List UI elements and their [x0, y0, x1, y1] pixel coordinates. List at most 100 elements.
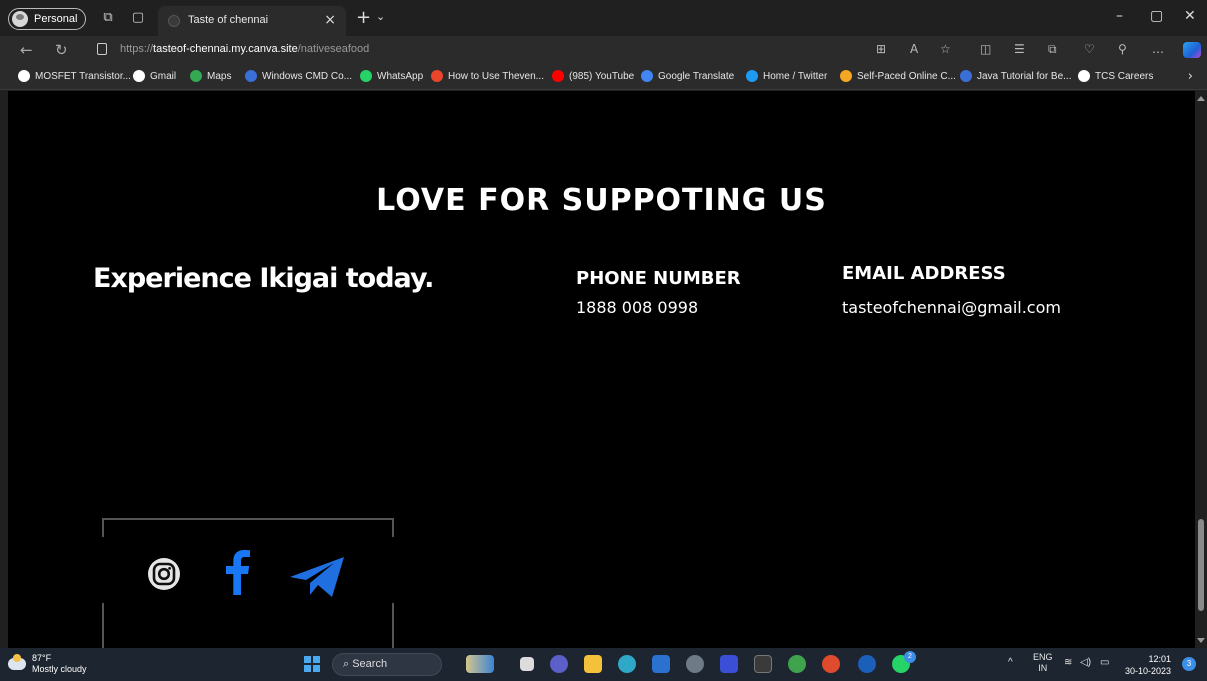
chrome-icon[interactable] — [822, 655, 840, 673]
page-scrollbar[interactable] — [1195, 91, 1207, 648]
weather-widget[interactable]: 87°F Mostly cloudy — [32, 653, 87, 675]
address-toolbar: ← ↻ https://tasteof-chennai.my.canva.sit… — [0, 36, 1207, 64]
search-label: Search — [352, 658, 388, 670]
url-host: tasteof-chennai.my.canva.site — [153, 43, 298, 55]
url-scheme: https:// — [120, 43, 154, 55]
url-input[interactable]: https://tasteof-chennai.my.canva.site/na… — [120, 43, 369, 55]
close-tab-icon[interactable]: × — [324, 12, 336, 28]
qgis-icon[interactable] — [788, 655, 806, 673]
favorites-icon[interactable]: ☰ — [1014, 42, 1025, 56]
minimize-icon[interactable]: – — [1116, 8, 1123, 24]
tab-taste-of-chennai[interactable]: Taste of chennai × — [158, 6, 346, 36]
clock-date: 30-10-2023 — [1125, 666, 1172, 676]
taskbar-search[interactable]: ⌕ Search — [332, 653, 442, 676]
volume-icon[interactable]: ◁) — [1080, 657, 1091, 668]
battery-icon[interactable]: ▭ — [1100, 657, 1109, 668]
wifi-icon[interactable]: ≋ — [1064, 657, 1072, 668]
chevron-up-icon[interactable]: ^ — [1008, 657, 1013, 668]
read-aloud-icon[interactable]: A — [910, 42, 918, 56]
bookmark-item[interactable]: How to Use Theven... — [431, 70, 544, 82]
profile-label: Personal — [34, 13, 78, 25]
social-links — [102, 537, 394, 603]
new-tab-icon[interactable]: + — [356, 7, 371, 28]
bookmark-item[interactable]: Java Tutorial for Be... — [960, 70, 1072, 82]
bookmark-label: Home / Twitter — [763, 70, 828, 82]
edge-dev-icon[interactable] — [858, 655, 876, 673]
maps-icon — [190, 70, 202, 82]
bookmark-item[interactable]: Google Translate — [641, 70, 734, 82]
lock-icon[interactable] — [97, 43, 107, 55]
bookmark-item[interactable]: Home / Twitter — [746, 70, 827, 82]
scroll-down-icon[interactable] — [1197, 638, 1205, 643]
task-view-icon[interactable] — [520, 657, 534, 671]
back-icon[interactable]: ← — [20, 41, 33, 59]
chevron-down-icon[interactable]: ⌄ — [376, 10, 385, 23]
facebook-icon[interactable] — [222, 547, 252, 595]
bookmark-item[interactable]: Windows CMD Co... — [245, 70, 352, 82]
favorite-star-icon[interactable]: ☆ — [940, 42, 951, 56]
split-screen-icon[interactable]: ◫ — [980, 42, 991, 56]
temperature: 87°F — [32, 653, 52, 663]
page-heading: LOVE FOR SUPPOTING US — [376, 183, 827, 218]
settings-gear-icon[interactable] — [686, 655, 704, 673]
collections-icon[interactable]: ⧉ — [1048, 42, 1057, 57]
share-icon[interactable]: ⚲ — [1118, 42, 1127, 56]
whatsapp-badge: 2 — [904, 651, 916, 663]
refresh-icon[interactable]: ↻ — [55, 41, 68, 59]
notification-badge[interactable]: 3 — [1182, 657, 1196, 671]
maximize-icon[interactable]: ▢ — [1150, 8, 1163, 24]
scroll-up-icon[interactable] — [1197, 96, 1205, 101]
instagram-icon[interactable] — [147, 557, 181, 591]
bookmark-item[interactable]: TCS Careers — [1078, 70, 1153, 82]
bookmark-item[interactable]: Maps — [190, 70, 231, 82]
more-options-icon[interactable]: … — [1152, 42, 1164, 56]
bookmarks-overflow-icon[interactable]: › — [1188, 69, 1193, 84]
bookmark-item[interactable]: Gmail — [133, 70, 176, 82]
edge-icon[interactable] — [618, 655, 636, 673]
extensions-icon[interactable]: ♡ — [1084, 42, 1095, 56]
bookmark-label: WhatsApp — [377, 70, 424, 82]
bookmark-label: How to Use Theven... — [448, 70, 544, 82]
url-path: /nativeseafood — [297, 43, 370, 55]
visual-studio-icon[interactable] — [720, 655, 738, 673]
weather-condition: Mostly cloudy — [32, 664, 87, 674]
bookmark-item[interactable]: (985) YouTube — [552, 70, 634, 82]
microsoft-store-icon[interactable] — [652, 655, 670, 673]
widgets-icon[interactable] — [466, 655, 494, 673]
youtube-icon — [552, 70, 564, 82]
tab-actions-icon[interactable]: ▢ — [130, 10, 146, 26]
phone-value[interactable]: 1888 008 0998 — [576, 298, 698, 317]
avatar — [12, 11, 28, 27]
phone-heading: PHONE NUMBER — [576, 268, 741, 289]
weather-cloud-icon[interactable] — [8, 654, 26, 670]
course-icon — [840, 70, 852, 82]
bookmark-item[interactable]: WhatsApp — [360, 70, 423, 82]
email-heading: EMAIL ADDRESS — [842, 263, 1006, 284]
scrollbar-thumb[interactable] — [1198, 519, 1204, 611]
tagline: Experience Ikigai today. — [93, 263, 434, 294]
page-viewport: LOVE FOR SUPPOTING US Experience Ikigai … — [8, 91, 1195, 648]
telegram-icon[interactable] — [288, 555, 346, 599]
clock[interactable]: 12:01 30-10-2023 — [1125, 653, 1171, 677]
workspaces-icon[interactable]: ⧉ — [100, 10, 116, 26]
page-icon — [1078, 70, 1090, 82]
close-window-icon[interactable]: ✕ — [1184, 8, 1196, 24]
copilot-icon[interactable] — [1183, 42, 1201, 58]
whatsapp-icon — [360, 70, 372, 82]
teams-chat-icon[interactable] — [550, 655, 568, 673]
wordpress-icon — [18, 70, 30, 82]
file-explorer-icon[interactable] — [584, 655, 602, 673]
profile-button[interactable]: Personal — [8, 8, 86, 30]
bookmark-item[interactable]: Self-Paced Online C... — [840, 70, 956, 82]
bookmark-label: Gmail — [150, 70, 177, 82]
google-icon — [133, 70, 145, 82]
translate-icon — [641, 70, 653, 82]
app-available-icon[interactable]: ⊞ — [876, 42, 886, 56]
email-value[interactable]: tasteofchennai@gmail.com — [842, 298, 1061, 317]
bookmark-label: Google Translate — [658, 70, 735, 82]
language-indicator[interactable]: ENG IN — [1033, 652, 1053, 674]
terminal-icon[interactable] — [754, 655, 772, 673]
start-button[interactable] — [304, 656, 320, 672]
bookmark-item[interactable]: MOSFET Transistor... — [18, 70, 131, 82]
tab-title: Taste of chennai — [188, 14, 269, 26]
